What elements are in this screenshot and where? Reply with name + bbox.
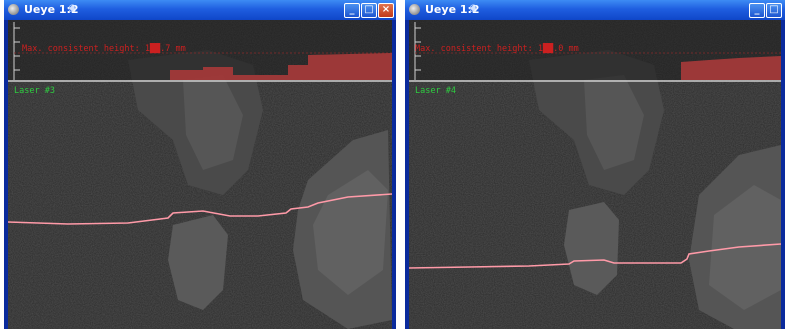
minimize-icon[interactable]: _ <box>749 3 765 18</box>
camera-view: Max. consistent height: 1██.7 mm Laser #… <box>8 20 392 329</box>
camera-app-icon <box>409 4 420 15</box>
close-icon[interactable]: × <box>378 3 394 18</box>
pin-icon[interactable]: ◉ <box>68 3 77 14</box>
pin-icon[interactable]: ◉ <box>469 3 478 14</box>
laser-label: Laser #4 <box>415 86 456 96</box>
laser-label: Laser #3 <box>14 86 55 96</box>
max-height-text: Max. consistent height: 1██.7 mm <box>22 43 186 54</box>
titlebar[interactable]: Ueye 1:2 ◉ _ □ <box>405 0 785 20</box>
camera-image: Max. consistent height: 1██.0 mm Laser #… <box>409 20 781 329</box>
camera-image: Max. consistent height: 1██.7 mm Laser #… <box>8 20 392 329</box>
titlebar[interactable]: Ueye 1:2 ◉ _ □ × <box>4 0 396 20</box>
camera-window-left: Ueye 1:2 ◉ _ □ × Max. consistent height:… <box>4 0 396 329</box>
camera-view: Max. consistent height: 1██.0 mm Laser #… <box>409 20 781 329</box>
max-height-text: Max. consistent height: 1██.0 mm <box>415 43 579 54</box>
camera-app-icon <box>8 4 19 15</box>
minimize-icon[interactable]: _ <box>344 3 360 18</box>
maximize-icon[interactable]: □ <box>361 3 377 18</box>
camera-window-right: Ueye 1:2 ◉ _ □ Max. consistent height: 1… <box>405 0 785 329</box>
maximize-icon[interactable]: □ <box>766 3 782 18</box>
